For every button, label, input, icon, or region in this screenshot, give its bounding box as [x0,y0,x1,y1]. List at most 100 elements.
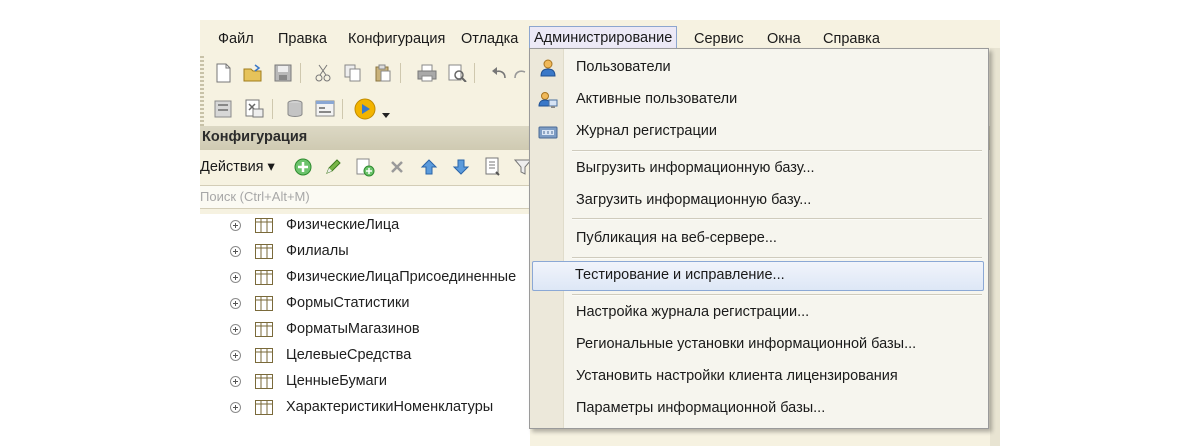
administration-dropdown: Пользователи Активные пользователи Журна… [529,48,989,429]
expand-icon[interactable] [230,376,241,387]
tree-item[interactable]: ФорматыМагазинов [200,318,530,342]
tree-item-label: ЦенныеБумаги [286,373,387,389]
menu-item-label: Параметры информационной базы... [576,400,826,416]
search-box [200,185,531,209]
menu-item-license-client-settings[interactable]: Установить настройки клиента лицензирова… [532,362,984,392]
active-users-icon [538,92,558,108]
search-input[interactable] [200,186,520,206]
menu-debug[interactable]: Отладка [461,28,518,50]
catalog-icon [255,322,273,337]
expand-icon[interactable] [230,220,241,231]
actions-menu-button[interactable]: Действия ▾ [200,159,275,175]
cut-icon[interactable] [312,62,334,84]
toolbar-separator [272,99,273,119]
tree-item-label: ФизическиеЛицаПрисоединенные [286,269,517,285]
expand-icon[interactable] [230,272,241,283]
config-window-icon[interactable] [212,98,234,120]
menu-separator [572,294,982,296]
expand-icon[interactable] [230,350,241,361]
copy-icon[interactable] [342,62,364,84]
tree-item-label: ХарактеристикиНоменклатуры [286,399,494,415]
tree-item[interactable]: ХарактеристикиНоменклатуры [200,396,530,420]
expand-icon[interactable] [230,324,241,335]
tree-item[interactable]: ЦенныеБумаги [200,370,530,394]
tree-item-label: Филиалы [286,243,349,259]
undo-icon[interactable] [488,62,510,84]
tree-item[interactable]: Филиалы [200,240,530,264]
catalog-icon [255,348,273,363]
menu-service[interactable]: Сервис [694,28,744,50]
menu-item-log-settings[interactable]: Настройка журнала регистрации... [532,298,984,328]
catalog-icon [255,244,273,259]
tree-item[interactable]: ФизическиеЛица [200,214,530,238]
menu-item-label: Установить настройки клиента лицензирова… [576,368,898,384]
paste-icon[interactable] [372,62,394,84]
expand-icon[interactable] [230,246,241,257]
open-icon[interactable] [242,62,264,84]
menu-item-users[interactable]: Пользователи [532,53,984,83]
log-icon [538,126,558,139]
expand-icon[interactable] [230,298,241,309]
toolbar-separator [400,63,401,83]
edit-icon[interactable] [322,156,344,178]
tree-item-label: ФорматыМагазинов [286,321,420,337]
menu-item-test-and-repair[interactable]: Тестирование и исправление... [532,261,984,291]
run-debug-icon[interactable] [352,98,378,120]
expand-icon[interactable] [230,402,241,413]
menu-item-import-infobase[interactable]: Загрузить информационную базу... [532,186,984,216]
menu-help[interactable]: Справка [823,28,880,50]
toolbar-separator [342,99,343,119]
menu-administration[interactable]: Администрирование [529,26,678,50]
compare-icon[interactable] [244,98,266,120]
list-icon[interactable] [482,156,504,178]
tree-item[interactable]: ФизическиеЛицаПрисоединенные [200,266,530,290]
menu-file[interactable]: Файл [218,28,254,50]
new-document-icon[interactable] [212,62,234,84]
catalog-icon [255,218,273,233]
menu-item-label: Тестирование и исправление... [575,267,785,283]
move-up-icon[interactable] [418,156,440,178]
tree-item[interactable]: ЦелевыеСредства [200,344,530,368]
tree-item-label: ЦелевыеСредства [286,347,412,363]
metadata-tree: ФизическиеЛица Филиалы ФизическиеЛицаПри… [200,214,530,446]
panel-title: Конфигурация [202,129,308,145]
catalog-icon [255,296,273,311]
menu-item-label: Региональные установки информационной ба… [576,336,917,352]
menu-separator [572,257,982,259]
right-panel-edge [990,48,1000,446]
database-icon[interactable] [284,98,306,120]
save-icon[interactable] [272,62,294,84]
add-copy-icon[interactable] [354,156,376,178]
menu-item-export-infobase[interactable]: Выгрузить информационную базу... [532,154,984,184]
tree-item[interactable]: ФормыСтатистики [200,292,530,316]
catalog-icon [255,400,273,415]
form-icon[interactable] [314,98,336,120]
menu-item-label: Пользователи [576,59,671,75]
menu-item-web-publish[interactable]: Публикация на веб-сервере... [532,224,984,254]
print-preview-icon[interactable] [446,62,468,84]
menu-item-label: Загрузить информационную базу... [576,192,812,208]
tree-item-label: ФормыСтатистики [286,295,410,311]
menu-item-label: Настройка журнала регистрации... [576,304,810,320]
chevron-down-icon[interactable] [380,104,392,126]
menu-item-label: Активные пользователи [576,91,738,107]
menu-windows[interactable]: Окна [767,28,801,50]
menu-item-label: Выгрузить информационную базу... [576,160,815,176]
tree-item-label: ФизическиеЛица [286,217,400,233]
toolbar-separator [474,63,475,83]
menu-configuration[interactable]: Конфигурация [348,28,445,50]
catalog-icon [255,270,273,285]
menu-separator [572,150,982,152]
move-down-icon[interactable] [450,156,472,178]
menu-item-label: Журнал регистрации [576,123,717,139]
menu-item-regional-settings[interactable]: Региональные установки информационной ба… [532,330,984,360]
menu-edit[interactable]: Правка [278,28,327,50]
print-icon[interactable] [416,62,438,84]
add-icon[interactable] [292,156,314,178]
menu-item-event-log[interactable]: Журнал регистрации [532,117,984,147]
menu-item-active-users[interactable]: Активные пользователи [532,85,984,115]
delete-icon[interactable] [386,156,408,178]
user-icon [540,59,556,77]
menu-item-infobase-parameters[interactable]: Параметры информационной базы... [532,394,984,424]
toolbar-separator [300,63,301,83]
